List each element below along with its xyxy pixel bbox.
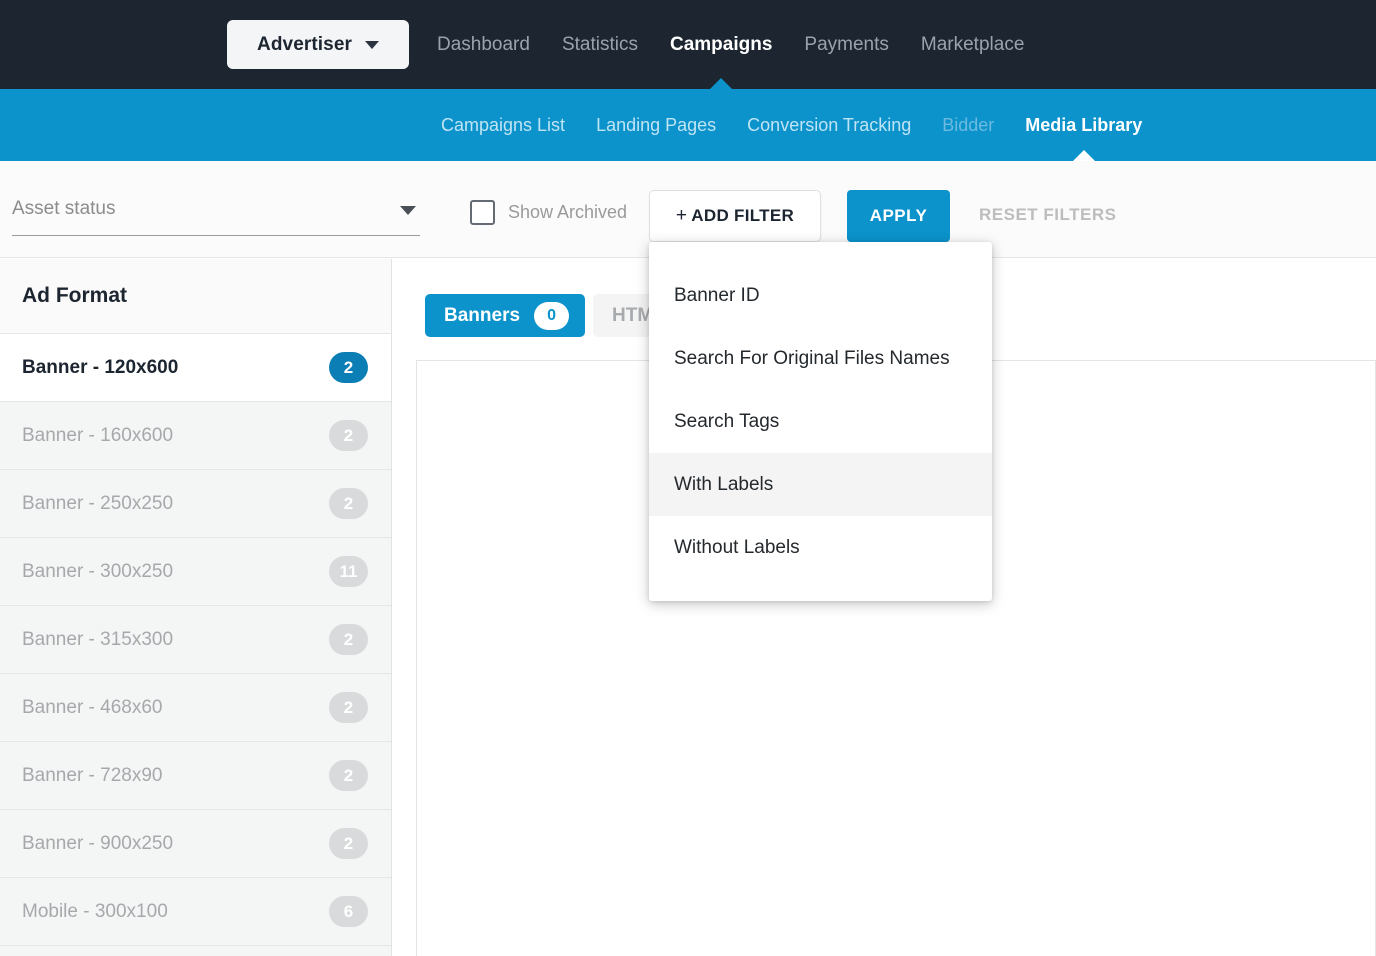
sidebar-item-banner-160x600[interactable]: Banner - 160x600 2 — [0, 402, 391, 470]
subnav-item-campaigns-list[interactable]: Campaigns List — [441, 89, 565, 161]
tab-banners-label: Banners — [444, 305, 520, 327]
add-filter-dropdown-menu: Banner ID Search For Original Files Name… — [649, 242, 992, 601]
sidebar-item-count: 2 — [329, 488, 368, 519]
asset-type-tabs: Banners 0 HTML — [425, 294, 681, 337]
sidebar-item-count: 2 — [329, 420, 368, 451]
sidebar-item-partial[interactable] — [0, 946, 391, 956]
sidebar-item-count: 6 — [329, 896, 368, 927]
tab-banners[interactable]: Banners 0 — [425, 294, 585, 337]
sidebar-item-count: 2 — [329, 624, 368, 655]
sidebar-item-mobile-300x100[interactable]: Mobile - 300x100 6 — [0, 878, 391, 946]
sidebar-item-count: 2 — [329, 828, 368, 859]
sidebar-item-count: 2 — [329, 692, 368, 723]
chevron-down-icon — [400, 206, 416, 215]
show-archived-label: Show Archived — [508, 202, 627, 223]
sidebar-item-label: Banner - 160x600 — [22, 425, 173, 447]
sidebar-item-label: Banner - 728x90 — [22, 765, 163, 787]
sidebar-item-banner-120x600[interactable]: Banner - 120x600 2 — [0, 334, 391, 402]
sidebar-item-label: Banner - 250x250 — [22, 493, 173, 515]
tab-banners-count: 0 — [534, 302, 569, 330]
sidebar-item-label: Banner - 468x60 — [22, 697, 163, 719]
sidebar-item-banner-900x250[interactable]: Banner - 900x250 2 — [0, 810, 391, 878]
sidebar-title: Ad Format — [0, 259, 391, 334]
sidebar-item-banner-300x250[interactable]: Banner - 300x250 11 — [0, 538, 391, 606]
ad-format-sidebar: Ad Format Banner - 120x600 2 Banner - 16… — [0, 259, 392, 956]
reset-filters-button[interactable]: RESET FILTERS — [979, 205, 1116, 225]
sidebar-item-count: 2 — [329, 352, 368, 383]
sidebar-item-banner-728x90[interactable]: Banner - 728x90 2 — [0, 742, 391, 810]
subnav-item-conversion-tracking[interactable]: Conversion Tracking — [747, 89, 911, 161]
plus-icon: + — [676, 205, 687, 227]
filter-option-banner-id[interactable]: Banner ID — [649, 264, 992, 327]
top-navigation-bar: Advertiser Dashboard Statistics Campaign… — [0, 0, 1376, 89]
nav-item-payments[interactable]: Payments — [804, 0, 888, 89]
sidebar-item-label: Banner - 300x250 — [22, 561, 173, 583]
show-archived-checkbox[interactable] — [470, 200, 495, 225]
subnav-item-landing-pages[interactable]: Landing Pages — [596, 89, 716, 161]
sub-nav-items: Campaigns List Landing Pages Conversion … — [441, 89, 1142, 161]
nav-item-marketplace[interactable]: Marketplace — [921, 0, 1025, 89]
media-library-page: Advertiser Dashboard Statistics Campaign… — [0, 0, 1376, 956]
filter-option-without-labels[interactable]: Without Labels — [649, 516, 992, 579]
subnav-item-media-library[interactable]: Media Library — [1025, 89, 1142, 161]
asset-status-placeholder: Asset status — [12, 196, 116, 220]
sidebar-item-label: Banner - 120x600 — [22, 357, 178, 379]
sidebar-item-banner-250x250[interactable]: Banner - 250x250 2 — [0, 470, 391, 538]
account-type-switcher[interactable]: Advertiser — [227, 20, 409, 69]
nav-item-dashboard[interactable]: Dashboard — [437, 0, 530, 89]
account-type-label: Advertiser — [257, 34, 352, 56]
filter-option-search-tags[interactable]: Search Tags — [649, 390, 992, 453]
filter-option-search-original-file-names[interactable]: Search For Original Files Names — [649, 327, 992, 390]
add-filter-button[interactable]: +ADD FILTER — [649, 190, 821, 242]
secondary-navigation-bar: Campaigns List Landing Pages Conversion … — [0, 89, 1376, 161]
nav-item-campaigns[interactable]: Campaigns — [670, 0, 772, 89]
subnav-item-bidder: Bidder — [942, 89, 994, 161]
sidebar-item-count: 2 — [329, 760, 368, 791]
apply-button[interactable]: APPLY — [847, 190, 950, 242]
top-nav-items: Dashboard Statistics Campaigns Payments … — [437, 0, 1024, 89]
sidebar-item-label: Banner - 315x300 — [22, 629, 173, 651]
chevron-down-icon — [365, 41, 379, 49]
nav-item-statistics[interactable]: Statistics — [562, 0, 638, 89]
sidebar-item-banner-315x300[interactable]: Banner - 315x300 2 — [0, 606, 391, 674]
filter-option-with-labels[interactable]: With Labels — [649, 453, 992, 516]
add-filter-label: ADD FILTER — [691, 206, 794, 226]
asset-status-select[interactable]: Asset status — [12, 196, 420, 236]
sidebar-item-label: Mobile - 300x100 — [22, 901, 168, 923]
sidebar-item-banner-468x60[interactable]: Banner - 468x60 2 — [0, 674, 391, 742]
show-archived-toggle[interactable]: Show Archived — [470, 200, 627, 225]
sidebar-item-label: Banner - 900x250 — [22, 833, 173, 855]
sidebar-item-count: 11 — [329, 556, 368, 587]
